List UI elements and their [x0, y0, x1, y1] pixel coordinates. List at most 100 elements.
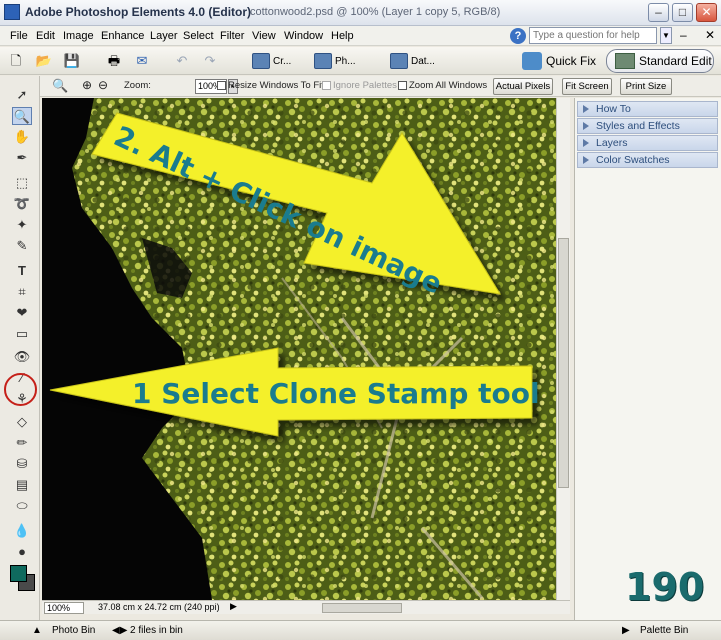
- document-title: cottonwood2.psd @ 100% (Layer 1 copy 5, …: [250, 6, 501, 18]
- doc-close-button[interactable]: ✕: [705, 28, 715, 42]
- shape-tool-icon[interactable]: ⬭: [12, 497, 32, 515]
- doc-minimize-button[interactable]: –: [680, 28, 687, 42]
- app-title: Adobe Photoshop Elements 4.0 (Editor): [25, 5, 252, 19]
- shortcuts-bar: 🗋 📂 💾 🖶 ✉ ↶ ↷ Cr... Ph... Dat... Quick F…: [0, 47, 721, 75]
- create-button-label: Cr...: [273, 55, 292, 67]
- menu-file[interactable]: File: [10, 30, 28, 42]
- quick-fix-label: Quick Fix: [546, 54, 597, 68]
- minimize-button[interactable]: –: [648, 3, 669, 22]
- status-arrow-icon[interactable]: ▶: [230, 601, 237, 612]
- photo-bin-toggle-icon[interactable]: ▲: [32, 625, 42, 636]
- menu-layer[interactable]: Layer: [150, 30, 178, 42]
- zoom-in-icon[interactable]: ⊕: [82, 78, 92, 92]
- chevron-down-icon[interactable]: ▼: [660, 27, 672, 44]
- palette-styles-effects[interactable]: Styles and Effects: [577, 118, 718, 134]
- help-search: ? ▼: [510, 27, 672, 44]
- eraser-tool-icon[interactable]: ◇: [12, 413, 32, 431]
- photo-browser-label: Ph...: [335, 55, 356, 67]
- palette-bin-label[interactable]: Palette Bin: [640, 625, 688, 636]
- resize-windows-label: Resize Windows To Fit: [228, 80, 324, 91]
- palette-color-swatches[interactable]: Color Swatches: [577, 152, 718, 168]
- menu-filter[interactable]: Filter: [220, 30, 244, 42]
- zoom-label: Zoom:: [124, 80, 151, 91]
- palette-styles-effects-label: Styles and Effects: [596, 120, 680, 132]
- status-bar: 100% 37.08 cm x 24.72 cm (240 ppi) ▶: [42, 600, 570, 614]
- standard-edit-label: Standard Edit: [639, 54, 712, 68]
- gradient-tool-icon[interactable]: ▤: [12, 476, 32, 494]
- email-icon[interactable]: ✉: [132, 51, 152, 70]
- quick-fix-button[interactable]: Quick Fix: [522, 51, 596, 71]
- cookie-cutter-tool-icon[interactable]: ❤: [12, 304, 32, 322]
- zoom-out-icon[interactable]: ⊖: [98, 78, 108, 92]
- menu-image[interactable]: Image: [63, 30, 94, 42]
- palette-how-to[interactable]: How To: [577, 101, 718, 117]
- print-icon[interactable]: 🖶: [104, 51, 124, 70]
- new-file-icon[interactable]: 🗋: [6, 51, 26, 70]
- redo-icon[interactable]: ↷: [200, 51, 220, 70]
- marquee-tool-icon[interactable]: ⬚: [12, 174, 32, 192]
- zoom-all-windows-checkbox[interactable]: [398, 81, 407, 90]
- bin-options-icon[interactable]: ◀▶: [112, 625, 127, 636]
- tree-image: 2. Alt + Click on image 1 Select Clone S…: [42, 98, 556, 600]
- photo-browser-button[interactable]: Ph...: [314, 52, 356, 70]
- create-icon: [252, 53, 270, 69]
- menu-help[interactable]: Help: [331, 30, 354, 42]
- move-tool-icon[interactable]: ➚: [12, 86, 32, 104]
- undo-icon[interactable]: ↶: [172, 51, 192, 70]
- palette-bin-toggle-icon[interactable]: ▶: [622, 625, 630, 636]
- page-number: 190: [625, 565, 705, 609]
- zoom-tool-option-icon: 🔍: [52, 78, 69, 93]
- sponge-tool-icon[interactable]: ●: [12, 543, 32, 561]
- zoom-all-windows-label: Zoom All Windows: [409, 80, 488, 91]
- title-bar: Adobe Photoshop Elements 4.0 (Editor) co…: [0, 0, 721, 26]
- close-button[interactable]: ✕: [696, 3, 717, 22]
- photo-bin-label[interactable]: Photo Bin: [52, 625, 95, 636]
- crop-tool-icon[interactable]: ⌗: [12, 283, 32, 301]
- lasso-tool-icon[interactable]: ➰: [12, 195, 32, 213]
- vertical-scroll-thumb[interactable]: [558, 238, 569, 488]
- expand-triangle-icon: [583, 156, 589, 164]
- magic-wand-tool-icon[interactable]: ✦: [12, 216, 32, 234]
- date-view-button[interactable]: Dat...: [390, 52, 435, 70]
- hand-tool-icon[interactable]: ✋: [12, 128, 32, 146]
- create-button[interactable]: Cr...: [252, 52, 291, 70]
- red-eye-tool-icon[interactable]: 👁: [12, 348, 32, 366]
- straighten-tool-icon[interactable]: ▭: [12, 325, 32, 343]
- options-bar: 🔍 ⊕ ⊖ Zoom: 100% ▸ Resize Windows To Fit…: [40, 76, 721, 97]
- blur-tool-icon[interactable]: 💧: [12, 522, 32, 540]
- actual-pixels-button[interactable]: Actual Pixels: [493, 78, 553, 95]
- selection-brush-tool-icon[interactable]: ✎: [12, 237, 32, 255]
- open-folder-icon[interactable]: 📂: [34, 51, 54, 70]
- foreground-color-swatch[interactable]: [10, 565, 27, 582]
- type-tool-icon[interactable]: T: [12, 262, 32, 280]
- ignore-palettes-label: Ignore Palettes: [333, 80, 397, 91]
- palette-color-swatches-label: Color Swatches: [596, 154, 670, 166]
- ignore-palettes-checkbox[interactable]: [322, 81, 331, 90]
- menu-view[interactable]: View: [252, 30, 276, 42]
- menu-select[interactable]: Select: [183, 30, 214, 42]
- vertical-scrollbar[interactable]: [556, 98, 570, 600]
- app-logo-icon: [4, 4, 20, 20]
- pencil-tool-icon[interactable]: ✏: [12, 434, 32, 452]
- menu-enhance[interactable]: Enhance: [101, 30, 144, 42]
- save-icon[interactable]: 💾: [62, 51, 82, 70]
- standard-edit-button[interactable]: Standard Edit: [606, 49, 714, 73]
- paint-bucket-tool-icon[interactable]: ⛁: [12, 455, 32, 473]
- palette-how-to-label: How To: [596, 103, 631, 115]
- palette-layers[interactable]: Layers: [577, 135, 718, 151]
- files-in-bin-label: 2 files in bin: [130, 625, 183, 636]
- horizontal-scroll-thumb[interactable]: [322, 603, 402, 613]
- quick-fix-icon: [522, 52, 542, 70]
- print-size-button[interactable]: Print Size: [620, 78, 672, 95]
- zoom-tool-icon[interactable]: 🔍: [12, 107, 32, 125]
- resize-windows-checkbox[interactable]: [217, 81, 226, 90]
- fit-screen-button[interactable]: Fit Screen: [562, 78, 612, 95]
- help-icon[interactable]: ?: [510, 27, 526, 44]
- maximize-button[interactable]: □: [672, 3, 693, 22]
- status-zoom-field[interactable]: 100%: [44, 602, 84, 614]
- menu-window[interactable]: Window: [284, 30, 323, 42]
- help-search-input[interactable]: [529, 27, 657, 44]
- eyedropper-tool-icon[interactable]: ✒: [12, 149, 32, 167]
- menu-edit[interactable]: Edit: [36, 30, 55, 42]
- image-canvas[interactable]: 2. Alt + Click on image 1 Select Clone S…: [42, 98, 556, 600]
